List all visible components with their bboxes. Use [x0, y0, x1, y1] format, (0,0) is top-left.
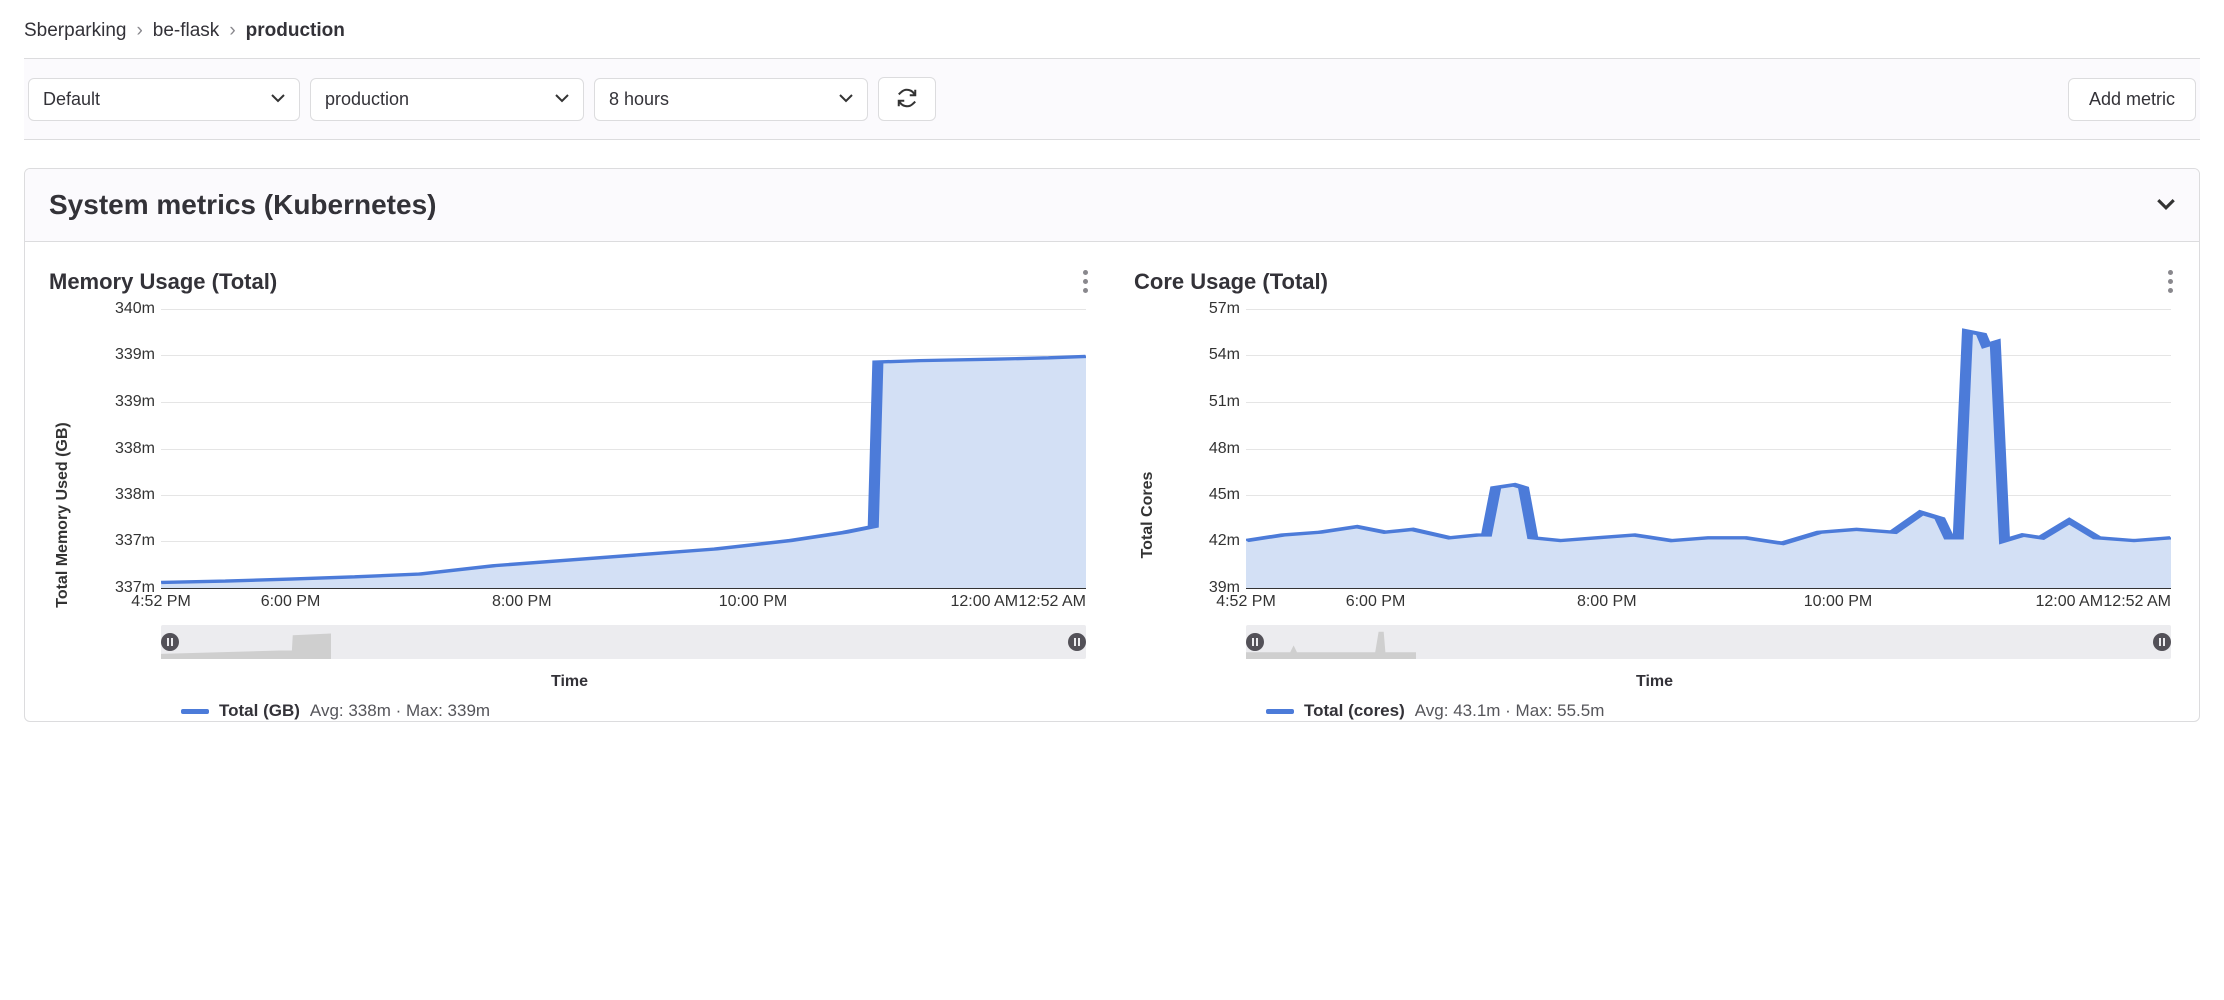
- y-tick: 337m: [91, 532, 155, 550]
- breadcrumb-repo[interactable]: be-flask: [153, 20, 220, 42]
- legend-series-name: Total (GB): [219, 701, 300, 721]
- dashboard-select[interactable]: Default: [28, 78, 300, 121]
- x-tick: 4:52 PM: [1216, 593, 1276, 611]
- chart-series-area: [161, 309, 1086, 588]
- chart-series-area: [1246, 309, 2171, 588]
- scrubber-handle-left[interactable]: [161, 633, 179, 651]
- y-tick: 339m: [91, 393, 155, 411]
- y-tick: 42m: [1176, 532, 1240, 550]
- breadcrumb: Sberparking › be-flask › production: [24, 12, 2200, 58]
- memory-usage-chart: Memory Usage (Total) Total Memory Used (…: [41, 264, 1098, 721]
- y-axis-label: Total Memory Used (GB): [54, 422, 72, 608]
- x-tick: 10:00 PM: [1804, 593, 1872, 611]
- y-axis-label: Total Cores: [1139, 472, 1157, 559]
- x-tick: 12:00 AM: [2035, 593, 2103, 611]
- refresh-button[interactable]: [878, 77, 936, 121]
- y-tick: 45m: [1176, 486, 1240, 504]
- x-tick: 6:00 PM: [1346, 593, 1406, 611]
- scrubber-handle-left[interactable]: [1246, 633, 1264, 651]
- breadcrumb-project[interactable]: Sberparking: [24, 20, 126, 42]
- chevron-down-icon: [839, 89, 853, 110]
- chart-title: Core Usage (Total): [1134, 269, 1328, 295]
- x-tick: 10:00 PM: [719, 593, 787, 611]
- chart-menu-button[interactable]: [2162, 264, 2179, 299]
- legend-stats: Avg: 338m · Max: 339m: [310, 701, 490, 721]
- chart-legend: Total (cores) Avg: 43.1m · Max: 55.5m: [1266, 701, 2183, 721]
- chevron-down-icon: [2157, 195, 2175, 216]
- y-tick: 338m: [91, 440, 155, 458]
- timerange-select-label: 8 hours: [609, 89, 669, 110]
- time-scrubber[interactable]: [1246, 625, 2171, 659]
- y-tick: 339m: [91, 346, 155, 364]
- time-scrubber[interactable]: [161, 625, 1086, 659]
- chart-title: Memory Usage (Total): [49, 269, 277, 295]
- panel-header[interactable]: System metrics (Kubernetes): [25, 169, 2199, 242]
- x-tick: 4:52 PM: [131, 593, 191, 611]
- x-tick: 12:52 AM: [2103, 593, 2171, 611]
- core-usage-chart: Core Usage (Total) Total Cores 57m 54m 5…: [1126, 264, 2183, 721]
- chart-plot[interactable]: 57m 54m 51m 48m 45m 42m 39m: [1246, 309, 2171, 589]
- x-axis: 4:52 PM 6:00 PM 8:00 PM 10:00 PM 12:00 A…: [1246, 589, 2171, 613]
- timerange-select[interactable]: 8 hours: [594, 78, 868, 121]
- x-axis: 4:52 PM 6:00 PM 8:00 PM 10:00 PM 12:00 A…: [161, 589, 1086, 613]
- y-tick: 338m: [91, 486, 155, 504]
- dashboard-select-label: Default: [43, 89, 100, 110]
- breadcrumb-current: production: [246, 20, 345, 42]
- legend-swatch: [181, 709, 209, 714]
- chevron-right-icon: ›: [229, 20, 235, 42]
- legend-stats: Avg: 43.1m · Max: 55.5m: [1415, 701, 1605, 721]
- chart-plot[interactable]: 340m 339m 339m 338m 338m 337m 337m: [161, 309, 1086, 589]
- chevron-down-icon: [555, 89, 569, 110]
- scrubber-handle-right[interactable]: [2153, 633, 2171, 651]
- scrubber-handle-right[interactable]: [1068, 633, 1086, 651]
- y-tick: 54m: [1176, 346, 1240, 364]
- chevron-right-icon: ›: [136, 20, 142, 42]
- legend-series-name: Total (cores): [1304, 701, 1405, 721]
- y-tick: 51m: [1176, 393, 1240, 411]
- chevron-down-icon: [271, 89, 285, 110]
- x-axis-label: Time: [1126, 673, 2183, 691]
- panel-title: System metrics (Kubernetes): [49, 189, 436, 221]
- chart-legend: Total (GB) Avg: 338m · Max: 339m: [181, 701, 1098, 721]
- x-axis-label: Time: [41, 673, 1098, 691]
- y-tick: 340m: [91, 300, 155, 318]
- chart-menu-button[interactable]: [1077, 264, 1094, 299]
- x-tick: 12:52 AM: [1018, 593, 1086, 611]
- x-tick: 8:00 PM: [492, 593, 552, 611]
- refresh-icon: [896, 87, 918, 112]
- y-tick: 48m: [1176, 440, 1240, 458]
- legend-swatch: [1266, 709, 1294, 714]
- add-metric-button[interactable]: Add metric: [2068, 78, 2196, 121]
- y-tick: 57m: [1176, 300, 1240, 318]
- x-tick: 12:00 AM: [950, 593, 1018, 611]
- x-tick: 8:00 PM: [1577, 593, 1637, 611]
- environment-select-label: production: [325, 89, 409, 110]
- system-metrics-panel: System metrics (Kubernetes) Memory Usage…: [24, 168, 2200, 722]
- environment-select[interactable]: production: [310, 78, 584, 121]
- x-tick: 6:00 PM: [261, 593, 321, 611]
- toolbar: Default production 8 hours: [24, 58, 2200, 140]
